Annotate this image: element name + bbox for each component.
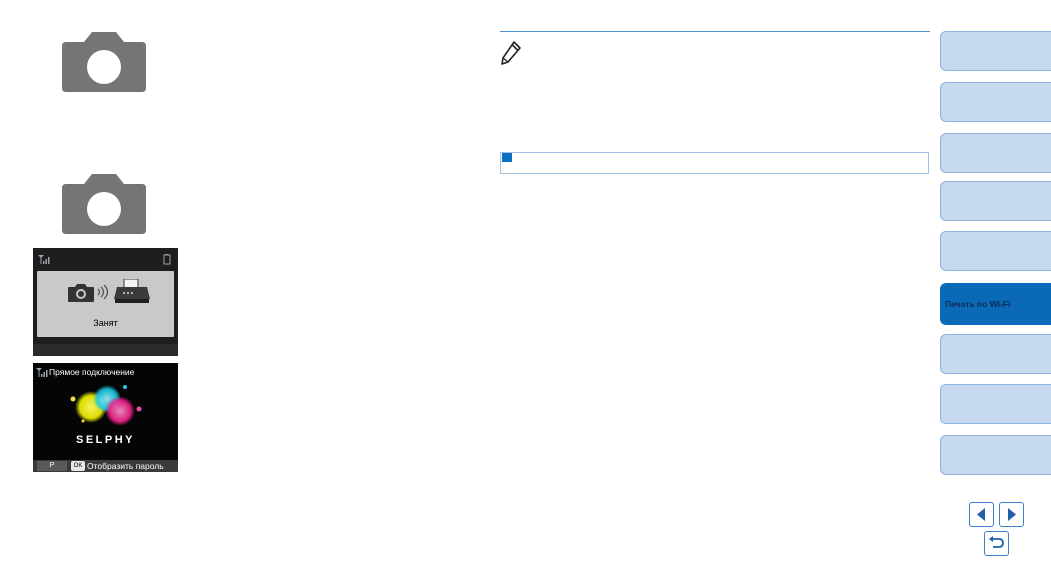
- side-tab-wifi-print[interactable]: Печать по Wi-Fi: [940, 283, 1051, 325]
- status-panel: Занят: [37, 271, 174, 337]
- p-key: P: [37, 461, 67, 471]
- note-top-rule: [500, 31, 930, 32]
- printer-screen-busy: Занят: [33, 248, 178, 356]
- selphy-logo: [70, 385, 142, 426]
- printer-screen-direct: Прямое подключение SELPHY P OK Отобразит…: [33, 363, 178, 472]
- pencil-note-icon: [501, 41, 521, 65]
- printer-icon: [114, 279, 150, 303]
- direct-connection-title: Прямое подключение: [49, 367, 135, 377]
- show-password-label: Отобразить пароль: [87, 461, 164, 471]
- back-button[interactable]: [984, 531, 1009, 556]
- side-tab-8[interactable]: [940, 384, 1051, 424]
- prev-page-icon: [977, 508, 985, 521]
- screen-bottom-bar: [33, 344, 178, 356]
- side-tab-5[interactable]: [940, 231, 1051, 271]
- next-page-icon: [1008, 508, 1016, 521]
- ok-key: OK: [71, 461, 85, 471]
- section-marker: [502, 153, 512, 162]
- selphy-brand: SELPHY: [75, 434, 135, 446]
- back-icon: [989, 536, 1004, 548]
- wireless-waves-icon: [97, 284, 109, 300]
- wifi-signal-icon: [36, 368, 48, 377]
- screen-bottom-bar: P OK Отобразить пароль: [33, 460, 178, 472]
- side-tab-7[interactable]: [940, 334, 1051, 374]
- camera-icon: [68, 284, 94, 302]
- side-tab-label: Печать по Wi-Fi: [945, 299, 1011, 309]
- prev-page-button[interactable]: [969, 502, 994, 527]
- wifi-signal-icon: [38, 255, 50, 264]
- side-tab-3[interactable]: [940, 133, 1051, 173]
- busy-status: Занят: [93, 318, 118, 328]
- section-header-box: [500, 152, 929, 174]
- side-tab-9[interactable]: [940, 435, 1051, 475]
- side-tab-1[interactable]: [940, 31, 1051, 71]
- camera-icon: [62, 174, 146, 234]
- side-tab-2[interactable]: [940, 82, 1051, 122]
- camera-icon: [62, 32, 146, 92]
- battery-icon: [163, 254, 171, 265]
- side-tab-4[interactable]: [940, 181, 1051, 221]
- next-page-button[interactable]: [999, 502, 1024, 527]
